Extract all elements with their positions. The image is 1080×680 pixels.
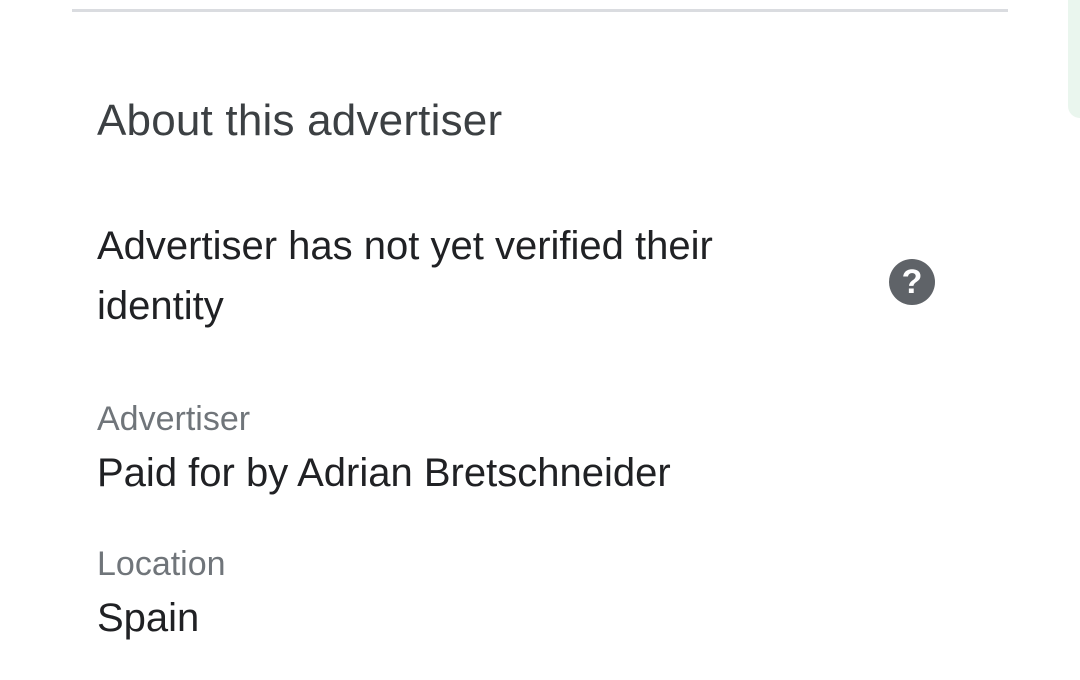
section-title: About this advertiser xyxy=(97,96,503,145)
verification-status-text: Advertiser has not yet verified their id… xyxy=(97,224,713,328)
advertiser-value: Paid for by Adrian Bretschneider xyxy=(97,451,671,495)
advertiser-label: Advertiser xyxy=(97,400,251,438)
side-panel-edge xyxy=(1068,0,1080,118)
top-divider xyxy=(72,9,1008,12)
location-value: Spain xyxy=(97,596,200,640)
location-label: Location xyxy=(97,545,226,583)
help-circle-icon[interactable]: ? xyxy=(889,259,935,305)
